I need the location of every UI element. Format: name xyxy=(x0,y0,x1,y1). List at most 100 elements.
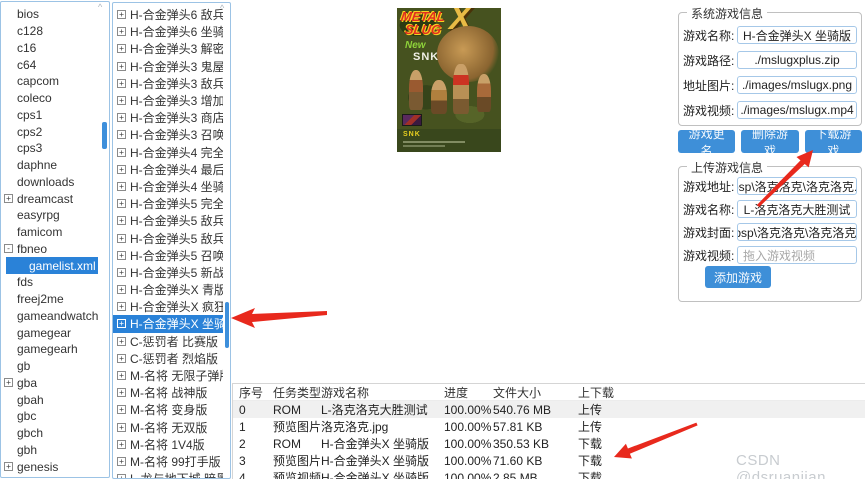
tree-expander-icon[interactable]: + xyxy=(117,181,126,191)
tree-expander-icon[interactable]: + xyxy=(117,250,126,260)
field-input[interactable]: L-洛克洛克大胜测试 xyxy=(737,200,857,218)
field-input[interactable]: ./images/mslugx.png xyxy=(737,76,857,94)
field-input[interactable]: ./images/mslugx.mp4 xyxy=(737,101,857,119)
system-folder-list[interactable]: bios c128 c16 c64 capcom coleco cps1 cps… xyxy=(0,1,110,478)
tree-expander-icon[interactable]: + xyxy=(117,405,126,415)
tree-expander-icon[interactable]: + xyxy=(117,216,126,226)
tree-expander-icon[interactable]: + xyxy=(117,336,126,346)
sidebar-item[interactable]: gbah xyxy=(1,391,109,408)
sidebar-item[interactable]: cps3 xyxy=(1,140,109,157)
sidebar-item[interactable]: coleco xyxy=(1,90,109,107)
add-game-button[interactable]: 添加游戏 xyxy=(705,266,771,288)
tree-expander-icon[interactable]: + xyxy=(117,439,126,449)
tree-expander-icon[interactable]: + xyxy=(117,474,126,478)
game-list-item[interactable]: + C-惩罚者 烈焰版 xyxy=(113,350,223,367)
sidebar-item[interactable]: daphne xyxy=(1,157,109,174)
game-list-item[interactable]: + H-合金弹头4 完全解 xyxy=(113,144,223,161)
tree-expander-icon[interactable]: + xyxy=(117,130,126,140)
game-list-item[interactable]: + L-龙与地下城 暗黑殿 xyxy=(113,470,223,478)
sidebar-item[interactable]: fds xyxy=(1,274,109,291)
tree-expander-icon[interactable]: + xyxy=(117,96,126,106)
game-list-item[interactable]: + H-合金弹头4 坐骑加 xyxy=(113,178,223,195)
tree-expander-icon[interactable]: + xyxy=(117,61,126,71)
tree-expander-icon[interactable]: + xyxy=(117,422,126,432)
transfer-table-row[interactable]: 1 预览图片 洛克洛克.jpg 100.00% 57.81 KB 上传 xyxy=(233,418,865,435)
game-list-scrollbar-thumb[interactable] xyxy=(225,302,229,348)
game-list-item[interactable]: + H-合金弹头X 坐骑版 xyxy=(113,315,223,333)
tree-expander-icon[interactable]: + xyxy=(117,371,126,381)
game-list-item[interactable]: + H-合金弹头5 敌兵量 xyxy=(113,229,223,246)
tree-expander-icon[interactable]: + xyxy=(117,27,126,37)
tree-expander-icon[interactable]: + xyxy=(117,353,126,363)
game-list-item[interactable]: + H-合金弹头6 敌兵量 xyxy=(113,6,223,23)
field-input[interactable]: G:\psp\洛克洛克\洛克洛克.ISO xyxy=(737,177,857,195)
game-list-item[interactable]: + C-惩罚者 比赛版 xyxy=(113,333,223,350)
sidebar-item[interactable]: + gba xyxy=(1,375,109,392)
game-list-item[interactable]: + H-合金弹头X 青版 xyxy=(113,281,223,298)
field-input[interactable]: ./mslugxplus.zip xyxy=(737,51,857,69)
game-list-item[interactable]: + H-合金弹头3 解密版 xyxy=(113,40,223,57)
transfer-table-row[interactable]: 2 ROM H-合金弹头X 坐骑版 100.00% 350.53 KB 下载 xyxy=(233,435,865,452)
tree-expander-icon[interactable]: + xyxy=(117,44,126,54)
tree-expander-icon[interactable]: + xyxy=(4,194,13,204)
tree-expander-icon[interactable]: + xyxy=(117,113,126,123)
sidebar-item[interactable]: downloads xyxy=(1,174,109,191)
sidebar-item[interactable]: cps2 xyxy=(1,123,109,140)
tree-expander-icon[interactable]: + xyxy=(117,78,126,88)
tree-expander-icon[interactable]: + xyxy=(4,462,13,472)
game-list-item[interactable]: + H-合金弹头5 敌兵加 xyxy=(113,212,223,229)
system-action-button[interactable]: 游戏更名 xyxy=(678,127,736,158)
game-list-item[interactable]: + H-合金弹头4 最后的 xyxy=(113,161,223,178)
game-list-item[interactable]: + H-合金弹头3 召唤坐 xyxy=(113,126,223,143)
tree-expander-icon[interactable]: + xyxy=(117,285,126,295)
sidebar-item[interactable]: - fbneo xyxy=(1,241,109,258)
game-list-item[interactable]: + H-合金弹头6 坐骑加 xyxy=(113,23,223,40)
sidebar-item[interactable]: gbh xyxy=(1,442,109,459)
tree-expander-icon[interactable]: + xyxy=(117,267,126,277)
game-list-item[interactable]: + H-合金弹头3 商店版 xyxy=(113,109,223,126)
game-list-scroll-up-icon[interactable]: ^ xyxy=(220,3,224,13)
sidebar-item[interactable]: freej2me xyxy=(1,291,109,308)
field-input[interactable]: H-合金弹头X 坐骑版 xyxy=(737,26,857,44)
sidebar-item[interactable]: + dreamcast xyxy=(1,190,109,207)
sidebar-item[interactable]: gameandwatch xyxy=(1,308,109,325)
game-list-item[interactable]: + H-合金弹头X 疯狂版 xyxy=(113,298,223,315)
tree-expander-icon[interactable]: - xyxy=(4,244,13,254)
field-input[interactable]: 拖入游戏视频 xyxy=(737,246,857,264)
sidebar-item[interactable]: gamegearh xyxy=(1,341,109,358)
tree-expander-icon[interactable]: + xyxy=(117,388,126,398)
sidebar-item[interactable]: c64 xyxy=(1,56,109,73)
sidebar-scroll-up-icon[interactable]: ^ xyxy=(98,2,102,12)
sidebar-item[interactable]: gbc xyxy=(1,408,109,425)
sidebar-item[interactable]: gamelist.xml xyxy=(6,257,98,274)
sidebar-item[interactable]: cps1 xyxy=(1,107,109,124)
game-list-item[interactable]: + H-合金弹头3 增加坦 xyxy=(113,92,223,109)
sidebar-item[interactable]: c16 xyxy=(1,40,109,57)
sidebar-item[interactable]: famicom xyxy=(1,224,109,241)
game-list-item[interactable]: + M-名将 无限子弹版 xyxy=(113,367,223,384)
game-list-item[interactable]: + M-名将 无双版 xyxy=(113,419,223,436)
tree-expander-icon[interactable]: + xyxy=(117,164,126,174)
game-list-item[interactable]: + H-合金弹头3 敌兵量 xyxy=(113,75,223,92)
sidebar-item[interactable]: bios xyxy=(1,6,109,23)
system-action-button[interactable]: 下载游戏 xyxy=(804,127,862,158)
game-list-item[interactable]: + H-合金弹头5 完全解 xyxy=(113,195,223,212)
tree-expander-icon[interactable]: + xyxy=(117,302,126,312)
sidebar-scrollbar-thumb[interactable] xyxy=(102,122,107,149)
sidebar-item[interactable]: c128 xyxy=(1,23,109,40)
sidebar-item[interactable]: gbch xyxy=(1,425,109,442)
tree-expander-icon[interactable]: + xyxy=(117,456,126,466)
transfer-table-row[interactable]: 0 ROM L-洛克洛克大胜测试 100.00% 540.76 MB 上传 xyxy=(233,401,865,418)
game-list[interactable]: + H-合金弹头6 敌兵量 + H-合金弹头6 坐骑加 + H-合金弹头3 解密… xyxy=(112,2,231,479)
tree-expander-icon[interactable]: + xyxy=(117,199,126,209)
tree-expander-icon[interactable]: + xyxy=(117,10,126,20)
game-list-item[interactable]: + H-合金弹头5 召唤坐 xyxy=(113,247,223,264)
game-list-item[interactable]: + H-合金弹头3 鬼屋方 xyxy=(113,58,223,75)
tree-expander-icon[interactable]: + xyxy=(4,378,13,388)
game-list-item[interactable]: + M-名将 99打手版 xyxy=(113,453,223,470)
sidebar-item[interactable]: + genesis xyxy=(1,458,109,475)
system-action-button[interactable]: 删除游戏 xyxy=(741,127,799,158)
game-list-item[interactable]: + M-名将 1V4版 xyxy=(113,436,223,453)
game-list-item[interactable]: + M-名将 变身版 xyxy=(113,401,223,418)
game-list-item[interactable]: + H-合金弹头5 新战役 xyxy=(113,264,223,281)
